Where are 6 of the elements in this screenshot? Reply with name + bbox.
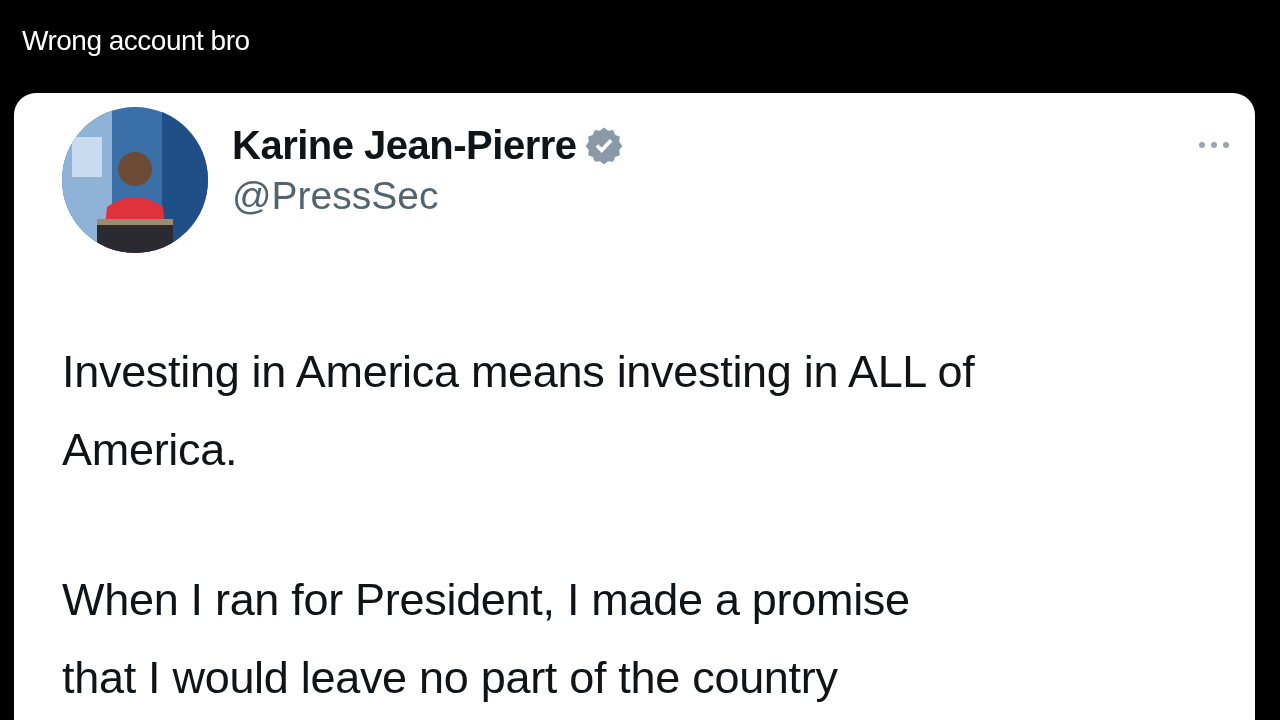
tweet-text: Investing in America means investing in ALL of America. xyxy=(62,345,976,477)
more-icon[interactable] xyxy=(1197,140,1231,150)
author-name[interactable]: Karine Jean-Pierre xyxy=(232,123,577,167)
author-handle[interactable]: @PressSec xyxy=(232,175,1255,218)
tweet-text: When I ran for President, I made a promise that I would leave no part of the country xyxy=(62,573,911,705)
caption: Wrong account bro xyxy=(21,24,251,58)
